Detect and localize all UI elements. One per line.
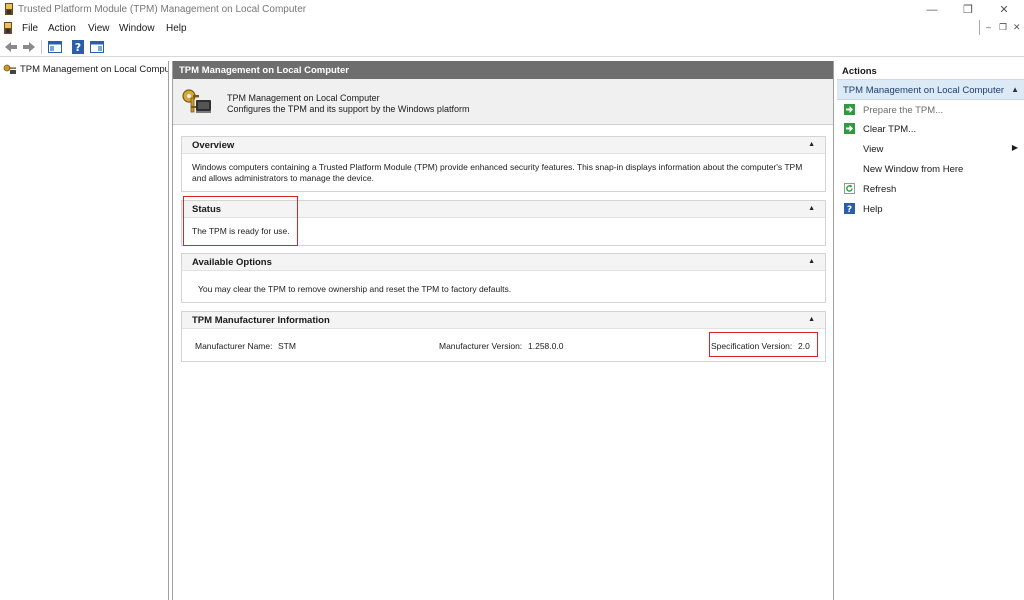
action-prepare-tpm[interactable]: Prepare the TPM... — [837, 102, 1024, 120]
overview-title: Overview — [192, 140, 235, 151]
action-help[interactable]: ? Help — [837, 201, 1024, 219]
menu-window[interactable]: Window — [119, 23, 155, 34]
svg-text:?: ? — [847, 205, 852, 214]
action-new-window[interactable]: New Window from Here — [837, 161, 1024, 179]
action-label: Help — [863, 204, 883, 215]
svg-text:?: ? — [75, 41, 81, 54]
close-icon: ✕ — [999, 4, 1009, 16]
available-options-text: You may clear the TPM to remove ownershi… — [198, 284, 512, 294]
help-icon: ? — [844, 203, 855, 214]
results-pane-header: TPM Management on Local Computer — [173, 61, 833, 79]
restore-button[interactable]: ❐ — [950, 0, 986, 19]
action-label: Prepare the TPM... — [863, 105, 944, 116]
manufacturer-version-label: Manufacturer Version: — [439, 341, 523, 351]
mdi-restore-button[interactable]: ❐ — [999, 22, 1007, 33]
available-options-panel: Available Options ▲ You may clear the TP… — [181, 253, 826, 303]
menu-action[interactable]: Action — [48, 23, 76, 34]
mdi-minimize-button[interactable]: – — [986, 22, 991, 32]
close-button[interactable]: ✕ — [986, 0, 1022, 19]
minimize-icon: — — [926, 3, 938, 16]
collapse-icon[interactable]: ▲ — [808, 316, 815, 323]
show-hide-console-tree-icon[interactable] — [47, 39, 63, 55]
refresh-icon — [844, 183, 855, 194]
menu-file[interactable]: File — [22, 23, 38, 34]
manufacturer-name-label: Manufacturer Name: — [195, 341, 273, 351]
collapse-icon[interactable]: ▲ — [808, 205, 815, 212]
tpm-key-icon — [3, 64, 16, 74]
mdi-close-button[interactable]: ✕ — [1013, 22, 1021, 33]
actions-section-title: TPM Management on Local Computer — [843, 85, 1005, 96]
tpm-chip-key-icon — [182, 89, 211, 113]
window-title: Trusted Platform Module (TPM) Management… — [18, 4, 307, 15]
tree-item-label: TPM Management on Local Compu — [20, 64, 169, 75]
back-arrow-icon[interactable] — [3, 39, 19, 55]
status-highlight-box — [183, 196, 298, 246]
manufacturer-title: TPM Manufacturer Information — [192, 315, 330, 326]
green-arrow-icon — [844, 104, 855, 115]
toolbar: ? — [0, 37, 1024, 57]
available-options-title: Available Options — [192, 257, 272, 268]
submenu-arrow-icon: ▶ — [1011, 143, 1018, 152]
menu-help[interactable]: Help — [166, 23, 187, 34]
intro-title: TPM Management on Local Computer — [227, 93, 380, 103]
show-hide-action-pane-icon[interactable] — [89, 39, 105, 55]
green-arrow-icon — [844, 123, 855, 134]
action-label: New Window from Here — [863, 164, 964, 175]
overview-text-line2: and allows administrators to manage the … — [192, 173, 374, 183]
collapse-icon[interactable]: ▲ — [808, 258, 815, 265]
results-pane: TPM Management on Local Computer TPM Man… — [172, 61, 834, 600]
forward-arrow-icon[interactable] — [21, 39, 37, 55]
action-label: View — [863, 144, 884, 155]
overview-panel: Overview ▲ Windows computers containing … — [181, 136, 826, 192]
console-tree-pane: TPM Management on Local Compu — [0, 61, 169, 600]
overview-header[interactable]: Overview ▲ — [182, 137, 825, 154]
action-refresh[interactable]: Refresh — [837, 181, 1024, 199]
spec-version-highlight-box — [709, 332, 818, 357]
action-label: Refresh — [863, 184, 897, 195]
action-clear-tpm[interactable]: Clear TPM... — [837, 121, 1024, 139]
tree-item-tpm-management[interactable]: TPM Management on Local Compu — [3, 64, 169, 75]
tpm-app-icon — [5, 3, 13, 15]
restore-icon: ❐ — [963, 4, 973, 16]
minimize-button[interactable]: — — [914, 0, 950, 19]
collapse-icon[interactable]: ▲ — [808, 141, 815, 148]
snapin-intro: TPM Management on Local Computer Configu… — [173, 79, 833, 125]
menubar-separator — [979, 20, 980, 35]
manufacturer-version-value: 1.258.0.0 — [528, 341, 564, 351]
collapse-icon[interactable]: ▲ — [1011, 85, 1019, 94]
available-options-header[interactable]: Available Options ▲ — [182, 254, 825, 271]
toolbar-separator — [41, 40, 42, 54]
intro-subtitle: Configures the TPM and its support by th… — [227, 104, 470, 114]
title-bar: Trusted Platform Module (TPM) Management… — [0, 0, 1024, 19]
actions-section-header[interactable]: TPM Management on Local Computer ▲ — [837, 80, 1024, 100]
action-label: Clear TPM... — [863, 124, 917, 135]
actions-header: Actions — [837, 61, 1024, 80]
actions-pane: Actions TPM Management on Local Computer… — [837, 61, 1024, 600]
help-icon[interactable]: ? — [70, 39, 86, 55]
menu-view[interactable]: View — [88, 23, 110, 34]
menu-bar: File Action View Window Help – ❐ ✕ — [0, 19, 1024, 37]
action-view[interactable]: View ▶ — [837, 141, 1024, 159]
manufacturer-header[interactable]: TPM Manufacturer Information ▲ — [182, 312, 825, 329]
mmc-icon[interactable] — [3, 22, 13, 34]
overview-text-line1: Windows computers containing a Trusted P… — [192, 162, 803, 172]
manufacturer-name-value: STM — [278, 341, 296, 351]
